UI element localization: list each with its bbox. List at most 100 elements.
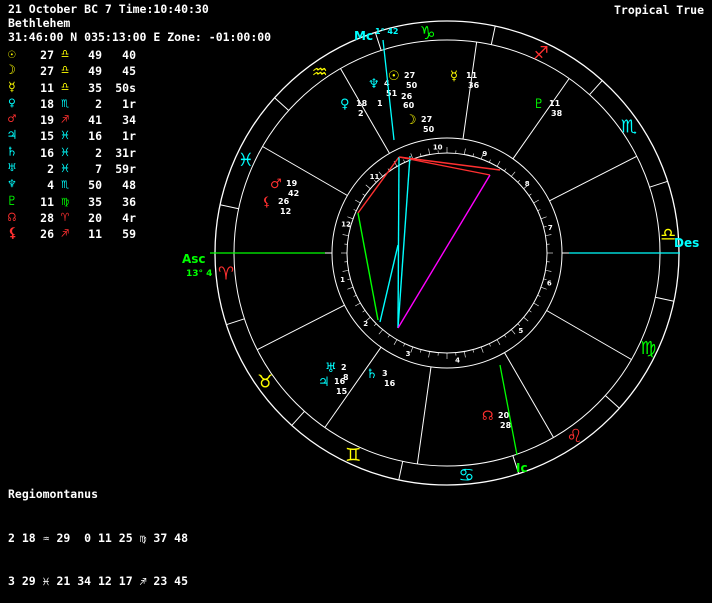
degree-tick xyxy=(348,279,351,280)
planet-degree-label: 19 xyxy=(286,179,298,188)
house-number: 11 xyxy=(370,173,380,181)
degree-tick xyxy=(388,335,390,337)
degree-tick xyxy=(464,351,465,357)
degree-tick xyxy=(363,194,365,196)
sun-icon: ☉ xyxy=(388,69,400,84)
degree-tick xyxy=(473,350,474,353)
house-number: 1 xyxy=(340,276,345,284)
chiron-icon: ⚸ xyxy=(262,195,272,210)
zodiac-sign-icon: ♊ xyxy=(345,445,361,466)
degree-tick xyxy=(538,295,541,296)
aspect-line xyxy=(358,157,399,213)
house-cusp-line xyxy=(463,42,477,139)
planet-minute-label: 50 xyxy=(406,81,418,90)
degree-tick xyxy=(347,287,353,289)
degree-tick xyxy=(473,154,474,157)
planet-minute-label: 38 xyxy=(551,109,563,118)
house-cusp-line xyxy=(547,311,632,360)
degree-label: 60 xyxy=(403,101,415,110)
planet-degree-label: 27 xyxy=(421,115,432,124)
zodiac-sign-icon: ♈ xyxy=(218,263,234,284)
ic-label: Ic xyxy=(516,461,528,475)
degree-tick xyxy=(394,340,397,345)
house-cusps-row-2: 3 29 ♓ 21 34 12 17 ♐ 23 45 xyxy=(8,574,188,589)
asc-label: Asc xyxy=(182,252,206,266)
degree-tick xyxy=(366,185,371,189)
degree-tick xyxy=(379,172,383,177)
planet-degree-label: 3 xyxy=(382,369,388,378)
planet-degree-label: 27 xyxy=(404,71,415,80)
degree-tick xyxy=(403,344,404,347)
degree-tick xyxy=(379,330,383,335)
degree-tick xyxy=(420,350,421,353)
degree-tick xyxy=(355,200,360,203)
planet-degree-label: 2 xyxy=(341,363,347,372)
jupiter-icon: ♃ xyxy=(318,375,330,390)
degree-tick xyxy=(544,226,547,227)
house-number: 8 xyxy=(525,180,530,188)
degree-tick xyxy=(343,270,349,271)
sign-divider xyxy=(605,396,619,409)
node-icon: ☊ xyxy=(482,409,494,424)
house-number: 5 xyxy=(518,327,523,335)
house-cusp-line xyxy=(325,347,381,427)
degree-tick xyxy=(420,154,421,157)
sign-divider xyxy=(650,181,668,187)
zodiac-sign-icon: ♏ xyxy=(621,117,637,138)
zodiac-sign-icon: ♋ xyxy=(458,465,474,486)
mars-icon: ♂ xyxy=(270,177,282,192)
planet-minute-label: 12 xyxy=(280,207,291,216)
sign-divider xyxy=(292,411,305,425)
planet-minute-label: 50 xyxy=(423,125,435,134)
degree-tick xyxy=(374,324,376,326)
degree-tick xyxy=(497,340,500,345)
house-number: 3 xyxy=(406,350,411,358)
degree-tick xyxy=(429,351,430,357)
zodiac-sign-icon: ♍ xyxy=(640,338,656,359)
house-cusp-line xyxy=(513,79,569,159)
degree-tick xyxy=(429,149,430,155)
degree-tick xyxy=(343,235,349,236)
des-label: Des xyxy=(674,236,699,250)
degree-tick xyxy=(524,317,529,321)
ic-line xyxy=(500,365,517,455)
sign-divider xyxy=(220,205,239,209)
degree-label: 26 xyxy=(401,92,413,101)
degree-tick xyxy=(518,180,520,182)
sign-divider xyxy=(655,297,674,301)
degree-tick xyxy=(354,209,357,210)
degree-tick xyxy=(511,330,515,335)
degree-tick xyxy=(511,172,515,177)
aspect-line xyxy=(398,175,490,328)
degree-tick xyxy=(534,200,539,203)
house-number: 12 xyxy=(341,221,351,229)
degree-tick xyxy=(489,160,490,163)
degree-tick xyxy=(481,347,483,353)
zodiac-sign-icon: ♑ xyxy=(420,23,436,44)
sign-divider xyxy=(275,98,289,111)
planet-minute-label: 51 xyxy=(386,89,398,98)
degree-tick xyxy=(504,169,506,171)
aspect-line xyxy=(399,157,490,175)
zodiac-sign-icon: ♓ xyxy=(238,150,254,171)
zodiac-sign-icon: ♉ xyxy=(257,371,273,392)
moon-icon: ☽ xyxy=(405,113,417,128)
house-number: 10 xyxy=(433,144,443,152)
degree-tick xyxy=(464,149,465,155)
planet-degree-label: 11 xyxy=(549,99,561,108)
degree-label: 1 xyxy=(377,99,383,108)
venus-icon: ♀ xyxy=(340,97,350,112)
zodiac-sign-icon: ♐ xyxy=(533,43,549,64)
planet-degree-label: 11 xyxy=(466,71,478,80)
planet-minute-label: 36 xyxy=(468,81,480,90)
degree-tick xyxy=(355,303,360,306)
house-number: 2 xyxy=(363,320,368,328)
degree-tick xyxy=(518,324,520,326)
planet-minute-label: 28 xyxy=(500,421,512,430)
asc-degree: 13° 4 xyxy=(186,269,212,279)
house-cusp-line xyxy=(549,156,636,200)
planet-degree-label: 18 xyxy=(356,99,368,108)
pluto-icon: ♇ xyxy=(533,97,545,112)
degree-tick xyxy=(534,303,539,306)
mc-label: Mc xyxy=(354,29,373,43)
